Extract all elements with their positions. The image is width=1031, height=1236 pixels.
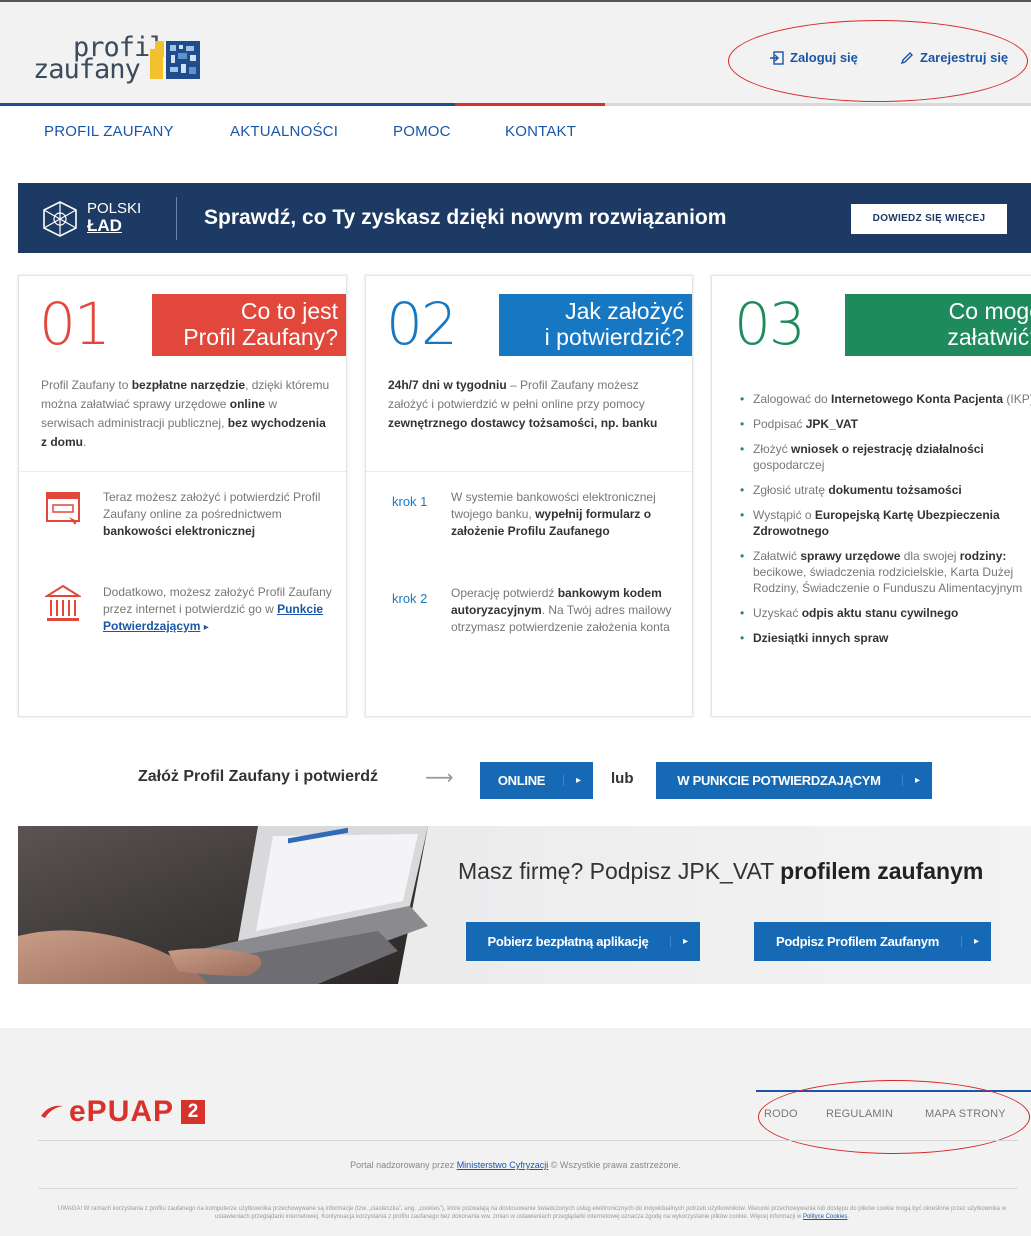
logo-mark-icon (150, 41, 200, 79)
polski-lad-wordmark: POLSKI ŁAD (87, 200, 141, 234)
card-heading-line1: Jak założyć (565, 298, 684, 324)
cookie-notice: UWAGA! W ramach korzystania z profilu za… (58, 1206, 1006, 1220)
cta-text: Załóż Profil Zaufany i potwierdź (138, 768, 379, 785)
card-top: 03 Co mogę załatwić? (712, 276, 1031, 376)
profil-zaufany-logo[interactable]: profil zaufany (33, 32, 208, 88)
list-item: Uzyskać odpis aktu stanu cywilnego (740, 605, 1031, 621)
card-heading: Jak założyć i potwierdzić? (499, 294, 692, 356)
epuap-version-badge: 2 (181, 1100, 206, 1124)
epuap-wordmark: ePUAP (69, 1095, 175, 1128)
promo-title: Masz firmę? Podpisz JPK_VAT profilem zau… (458, 858, 984, 884)
learn-more-button[interactable]: DOWIEDZ SIĘ WIĘCEJ (851, 204, 1007, 234)
online-button[interactable]: ONLINE ▸ (480, 762, 593, 799)
online-banking-icon (46, 492, 80, 525)
card-heading: Co to jest Profil Zaufany? (152, 294, 346, 356)
banner-headline: Sprawdź, co Ty zyskasz dzięki nowym rozw… (204, 206, 727, 229)
card-bottom: krok 1 W systemie bankowości elektronicz… (366, 471, 692, 716)
nav-kontakt[interactable]: KONTAKT (505, 123, 576, 140)
download-app-label: Pobierz bezpłatną aplikację (487, 934, 649, 949)
card-number: 03 (734, 290, 806, 358)
services-list: Zalogować do Internetowego Konta Pacjent… (740, 391, 1031, 655)
list-item: Zgłosić utratę dokumentu tożsamości (740, 482, 1031, 498)
ministry-link[interactable]: Ministerstwo Cyfryzacji (457, 1160, 549, 1170)
chevron-right-icon: ▸ (961, 936, 991, 947)
card-top: 02 Jak założyć i potwierdzić? 24h/7 dni … (366, 276, 692, 471)
punkt-potwierdzajacy-button[interactable]: W PUNKCIE POTWIERDZAJĄCYM ▸ (656, 762, 932, 799)
header-accent-bar (0, 103, 1031, 106)
step-2-text: Operację potwierdź bankowym kodem autory… (451, 586, 672, 634)
link-arrow-icon: ▸ (203, 622, 209, 633)
card-heading-line1: Co to jest (240, 298, 338, 324)
chevron-right-icon: ▸ (670, 936, 700, 947)
card-intro: Profil Zaufany to bezpłatne narzędzie, d… (41, 378, 330, 449)
polski-lad-emblem-icon (43, 201, 77, 237)
footer-divider (38, 1140, 1018, 1141)
footer-divider (38, 1188, 1018, 1189)
step-2-label: krok 2 (392, 591, 428, 606)
list-item: Zalogować do Internetowego Konta Pacjent… (740, 391, 1031, 407)
list-item: Podpisać JPK_VAT (740, 416, 1031, 432)
banner-divider (176, 197, 177, 240)
step-1-label: krok 1 (392, 494, 428, 509)
nav-pomoc[interactable]: POMOC (393, 123, 451, 140)
list-item: Dziesiątki innych spraw (740, 630, 1031, 646)
online-button-label: ONLINE (497, 773, 546, 788)
punkt-info: Dodatkowo, możesz założyć Profil Zaufany… (103, 585, 332, 633)
card-heading-line2: Profil Zaufany? (183, 324, 338, 350)
wordmark-line2: ŁAD (87, 216, 122, 235)
or-label: lub (611, 770, 634, 787)
annotation-circle-footer (758, 1080, 1030, 1154)
card-intro: 24h/7 dni w tygodniu – Profil Zaufany mo… (388, 378, 658, 430)
list-item: Złożyć wniosek o rejestrację działalnośc… (740, 441, 1031, 473)
chevron-right-icon: ▸ (902, 775, 932, 786)
card-heading-line1: Co mogę (948, 298, 1031, 324)
annotation-circle-header (728, 20, 1028, 102)
card-what-is: 01 Co to jest Profil Zaufany? Profil Zau… (18, 275, 347, 717)
nav-aktualnosci[interactable]: AKTUALNOŚCI (230, 123, 338, 140)
card-bottom: Teraz możesz założyć i potwierdzić Profi… (19, 471, 346, 716)
punkt-button-label: W PUNKCIE POTWIERDZAJĄCYM (677, 773, 881, 788)
card-top: 01 Co to jest Profil Zaufany? Profil Zau… (19, 276, 346, 471)
download-app-button[interactable]: Pobierz bezpłatną aplikację ▸ (466, 922, 700, 961)
cookie-policy-link[interactable]: Polityce Cookies (803, 1214, 847, 1220)
card-how-to: 02 Jak założyć i potwierdzić? 24h/7 dni … (365, 275, 693, 717)
card-number: 01 (39, 290, 111, 358)
wordmark-line1: POLSKI (87, 200, 142, 217)
list-item: Załatwić sprawy urzędowe dla swojej rodz… (740, 548, 1031, 596)
card-number: 02 (386, 290, 458, 358)
arrow-right-icon: ⟶ (425, 767, 454, 789)
footer-copyright: Portal nadzorowany przez Ministerstwo Cy… (350, 1160, 681, 1170)
card-heading: Co mogę załatwić? (845, 294, 1031, 356)
building-icon (45, 584, 81, 621)
laptop-photo (18, 826, 428, 984)
sign-with-profile-label: Podpisz Profilem Zaufanym (776, 934, 939, 949)
sign-with-profile-button[interactable]: Podpisz Profilem Zaufanym ▸ (754, 922, 991, 961)
step-1-text: W systemie bankowości elektronicznej two… (451, 490, 656, 538)
card-heading-line2: i potwierdzić? (544, 324, 684, 350)
card-heading-line2: załatwić? (947, 324, 1031, 350)
nav-profil-zaufany[interactable]: PROFIL ZAUFANY (44, 123, 174, 140)
chevron-right-icon: ▸ (563, 775, 593, 786)
epuap-logo[interactable]: ePUAP 2 (39, 1095, 206, 1128)
list-item: Wystąpić o Europejską Kartę Ubezpieczeni… (740, 507, 1031, 539)
banking-info: Teraz możesz założyć i potwierdzić Profi… (103, 490, 321, 538)
epuap-swoosh-icon (41, 1105, 63, 1118)
card-what-can: 03 Co mogę załatwić? Zalogować do Intern… (711, 275, 1031, 717)
logo-word-zaufany: zaufany (33, 54, 141, 85)
